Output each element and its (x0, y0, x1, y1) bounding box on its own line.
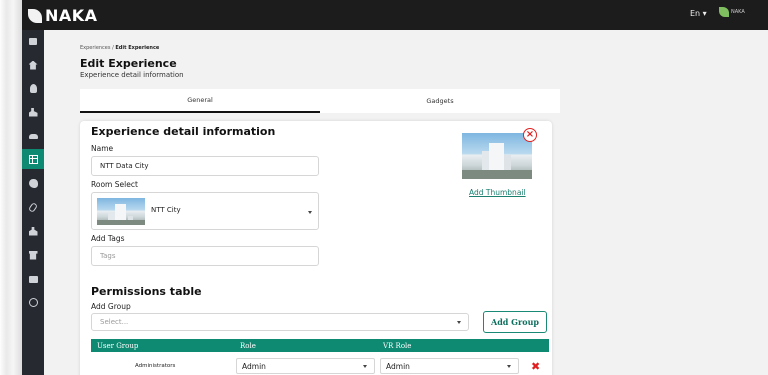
name-label: Name (91, 144, 114, 153)
sidebar-item-users[interactable] (22, 102, 44, 122)
chevron-down-icon (507, 365, 511, 368)
sidebar-item-user[interactable] (22, 78, 44, 98)
breadcrumb-parent[interactable]: Experiences (80, 45, 111, 51)
breadcrumb-current: Edit Experience (115, 45, 160, 51)
tab-gadgets[interactable]: Gadgets (320, 89, 560, 113)
sidebar-item-home[interactable] (22, 55, 44, 75)
details-section-title: Experience detail information (91, 125, 276, 138)
sidebar (22, 30, 44, 375)
user-brand[interactable]: NAKA (719, 7, 745, 17)
language-selector[interactable]: En ▾ (690, 9, 707, 18)
col-vr-role: VR Role (383, 341, 412, 350)
naka-logo[interactable]: NAKA (28, 6, 98, 25)
sidebar-item-themes[interactable] (22, 173, 44, 193)
sidebar-item-vehicles[interactable] (22, 126, 44, 146)
room-select-value: NTT City (151, 206, 181, 214)
leaf-icon (719, 7, 729, 17)
col-user-group: User Group (97, 341, 139, 350)
leaf-icon (28, 8, 42, 23)
tab-bar: General Gadgets (80, 89, 560, 113)
person-icon (28, 226, 38, 236)
room-thumbnail-image (97, 198, 145, 225)
tags-input[interactable]: Tags (91, 246, 319, 266)
store-icon (28, 250, 38, 260)
square-icon (29, 37, 37, 45)
car-icon (28, 133, 38, 139)
role-select[interactable]: Admin (236, 358, 375, 374)
top-bar: NAKA En ▾ NAKA (22, 0, 768, 30)
add-group-button[interactable]: Add Group (483, 311, 547, 333)
logo-text: NAKA (45, 6, 98, 25)
room-select-label: Room Select (91, 180, 138, 189)
sidebar-item-experiences[interactable] (22, 149, 44, 169)
sidebar-item-dashboard[interactable] (22, 31, 44, 51)
user-icon (29, 83, 37, 93)
page-subtitle: Experience detail information (80, 71, 184, 79)
permissions-section-title: Permissions table (91, 285, 202, 298)
group-select-placeholder: Select... (100, 318, 129, 326)
vr-role-select[interactable]: Admin (380, 358, 519, 374)
experience-thumbnail-image (462, 133, 532, 179)
window-edge (0, 0, 22, 375)
briefcase-icon (28, 275, 38, 283)
add-thumbnail-link[interactable]: Add Thumbnail (469, 188, 526, 197)
chevron-down-icon (457, 321, 461, 324)
page-title: Edit Experience (80, 57, 177, 70)
role-select-value: Admin (242, 361, 266, 371)
palette-icon (28, 178, 38, 188)
sidebar-item-business[interactable] (22, 269, 44, 289)
tab-general[interactable]: General (80, 89, 320, 113)
brand-mini-text: NAKA (731, 9, 745, 15)
sidebar-item-billing[interactable] (22, 292, 44, 312)
coin-icon (28, 297, 38, 307)
home-icon (28, 60, 38, 70)
col-role: Role (240, 341, 256, 350)
sidebar-item-people[interactable] (22, 221, 44, 241)
name-input[interactable]: NTT Data City (91, 156, 319, 176)
tags-label: Add Tags (91, 234, 125, 243)
sidebar-item-attachments[interactable] (22, 197, 44, 217)
breadcrumb: Experiences / Edit Experience (80, 45, 159, 51)
chevron-down-icon (308, 211, 312, 214)
add-group-label: Add Group (91, 302, 131, 311)
grid-icon (28, 154, 38, 164)
chevron-down-icon (363, 365, 367, 368)
row-user-group: Administrators (135, 363, 176, 369)
delete-row-icon[interactable]: ✖ (531, 361, 540, 372)
permissions-table-header: User Group Role VR Role (91, 339, 549, 352)
experience-form-card: Experience detail information Name NTT D… (80, 121, 552, 375)
group-select[interactable]: Select... (91, 313, 469, 331)
paperclip-icon (27, 201, 39, 213)
vr-role-select-value: Admin (386, 361, 410, 371)
users-icon (28, 107, 38, 117)
sidebar-item-store[interactable] (22, 245, 44, 265)
close-icon[interactable]: × (523, 128, 537, 142)
room-select[interactable]: NTT City (91, 192, 319, 230)
